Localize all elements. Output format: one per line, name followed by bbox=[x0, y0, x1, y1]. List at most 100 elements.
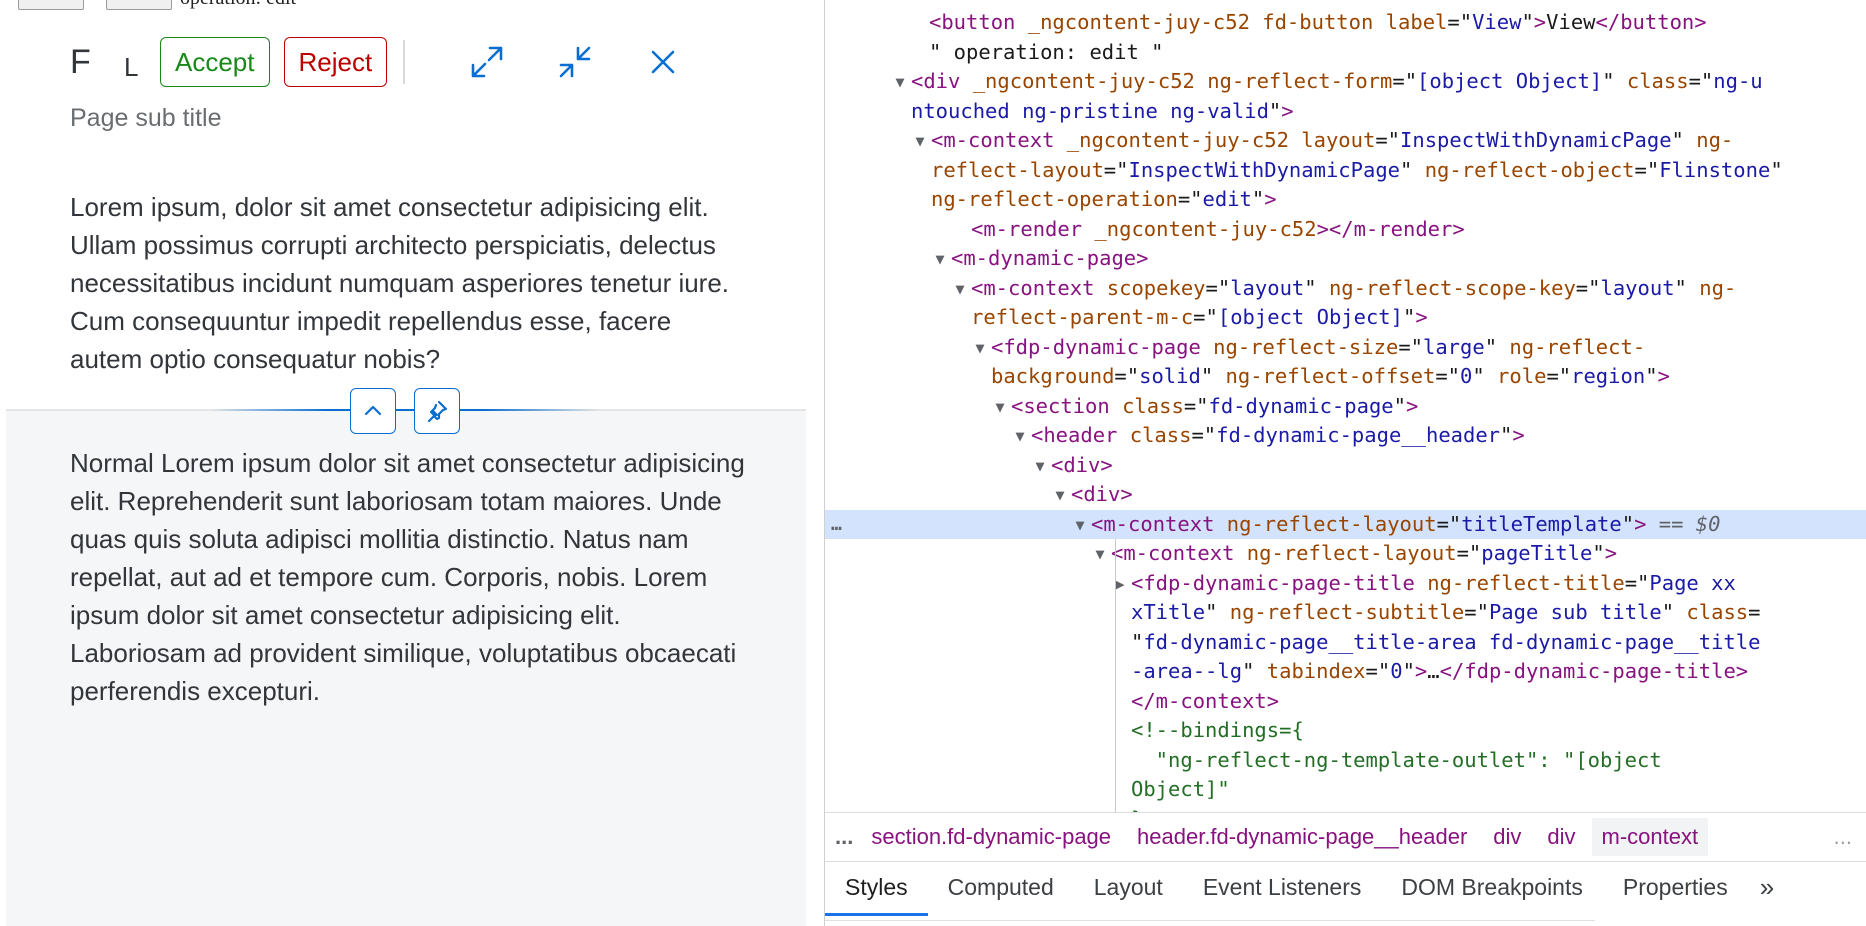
exit-full-screen-button[interactable] bbox=[545, 34, 605, 90]
chevron-up-icon bbox=[364, 405, 382, 416]
tab-computed[interactable]: Computed bbox=[928, 862, 1074, 916]
dom-token: " bbox=[1521, 10, 1534, 34]
dom-node-line[interactable]: Object]" bbox=[825, 775, 1866, 804]
dom-token: ></m-render> bbox=[1316, 216, 1465, 241]
dom-token: Flinstone bbox=[1659, 157, 1771, 182]
node-actions-dots-icon[interactable]: … bbox=[831, 510, 842, 539]
breadcrumb-item[interactable]: div bbox=[1493, 824, 1521, 850]
dom-token: label bbox=[1373, 10, 1448, 34]
dom-token: <section bbox=[1011, 393, 1110, 418]
dom-node-selected[interactable]: … ▼ <m-context ng-reflect-layout="titleTem… bbox=[825, 509, 1866, 540]
tabs-overflow-button[interactable]: » bbox=[1748, 862, 1786, 903]
dom-node-line[interactable]: ▼ <div _ngcontent-juy-c52 ng-reflect-form… bbox=[825, 67, 1866, 96]
dom-node-line[interactable]: ▼ <m-context scopekey="layout" ng-reflect… bbox=[825, 274, 1866, 303]
expanded-triangle-icon[interactable]: ▼ bbox=[909, 127, 931, 156]
dom-node-line[interactable]: xTitle" ng-reflect-subtitle="Page sub ti… bbox=[825, 598, 1866, 627]
dom-token: <!--bindings={ bbox=[1131, 718, 1304, 742]
dom-token: Page sub title bbox=[1488, 600, 1662, 624]
dom-node-line[interactable]: reflect-parent-m-c="[object Object]"> bbox=[825, 303, 1866, 332]
dom-node-line[interactable]: background="solid" ng-reflect-offset="0"… bbox=[825, 362, 1866, 391]
dom-token: ng-reflect-offset bbox=[1213, 364, 1436, 388]
dom-node-line[interactable]: ▼ <m-context _ngcontent-juy-c52 layout="I… bbox=[825, 126, 1866, 155]
dom-token: _ngcontent-juy-c52 bbox=[1015, 10, 1250, 34]
breadcrumb-item-current[interactable]: m-context bbox=[1591, 818, 1709, 856]
dom-token: ng-reflect-form bbox=[1194, 69, 1393, 93]
breadcrumb-more[interactable]: ... bbox=[1834, 824, 1852, 850]
dom-node-line[interactable]: " operation: edit " bbox=[825, 38, 1866, 67]
dom-node-line[interactable]: <m-render _ngcontent-juy-c52></m-render> bbox=[825, 215, 1866, 244]
dom-token: =" bbox=[1177, 187, 1203, 211]
dom-node-line[interactable]: ▼ <section class="fd-dynamic-page"> bbox=[825, 392, 1866, 421]
dom-token: reflect-parent-m-c bbox=[971, 305, 1194, 329]
dom-node-line[interactable]: "ng-reflect-ng-template-outlet": "[objec… bbox=[825, 746, 1866, 775]
dom-token: <button bbox=[929, 10, 1016, 34]
header-divider-highlight bbox=[210, 409, 600, 411]
dom-breadcrumb: ... section.fd-dynamic-page header.fd-dy… bbox=[825, 812, 1866, 862]
dom-node-line[interactable]: ng-reflect-operation="edit"> bbox=[825, 185, 1866, 214]
dom-node-line[interactable]: ▼ <div> bbox=[825, 480, 1866, 509]
dom-token: " bbox=[1200, 364, 1214, 388]
expanded-triangle-icon[interactable]: ▼ bbox=[1029, 452, 1051, 481]
tab-layout[interactable]: Layout bbox=[1074, 862, 1183, 916]
dom-node-line[interactable]: "fd-dynamic-page__title-area fd-dynamic-… bbox=[825, 628, 1866, 657]
expanded-triangle-icon[interactable]: ▼ bbox=[889, 68, 911, 97]
dom-token: 0 bbox=[1460, 364, 1473, 388]
expanded-triangle-icon[interactable]: ▼ bbox=[1009, 422, 1031, 451]
collapsed-triangle-icon[interactable]: ▶ bbox=[1109, 570, 1131, 599]
dom-node-line[interactable]: ▼ <fdp-dynamic-page ng-reflect-size="larg… bbox=[825, 333, 1866, 362]
dom-token: = bbox=[1748, 600, 1761, 624]
remnant-operation-text: operation: edit bbox=[180, 0, 296, 10]
tab-event-listeners[interactable]: Event Listeners bbox=[1183, 862, 1382, 916]
dom-node-line[interactable]: <!--bindings={ bbox=[825, 716, 1866, 745]
collapse-header-button[interactable] bbox=[350, 388, 396, 434]
dom-node-line[interactable]: ntouched ng-pristine ng-valid"> bbox=[825, 97, 1866, 126]
tab-styles[interactable]: Styles bbox=[825, 862, 928, 916]
breadcrumb-item[interactable]: div bbox=[1547, 824, 1575, 850]
dom-node-line[interactable]: -area--lg" tabindex="0">…</fdp-dynamic-p… bbox=[825, 657, 1866, 686]
remnant-button[interactable] bbox=[18, 0, 84, 10]
dom-node-line[interactable]: <button _ngcontent-juy-c52 fd-button lab… bbox=[825, 8, 1866, 37]
close-button[interactable] bbox=[633, 34, 693, 90]
expanded-triangle-icon[interactable]: ▼ bbox=[969, 334, 991, 363]
devtools-panel: <button _ngcontent-juy-c52 fd-button lab… bbox=[824, 0, 1866, 926]
dom-node-line[interactable]: ▼ <header class="fd-dynamic-page__header"… bbox=[825, 421, 1866, 450]
dom-token: =" bbox=[1191, 423, 1217, 447]
dom-node-line[interactable]: }--> bbox=[825, 805, 1866, 813]
dom-node-line[interactable]: ▼ <div> bbox=[825, 451, 1866, 480]
dom-node-line[interactable]: ▼ <m-context ng-reflect-layout="pageTitle… bbox=[825, 539, 1866, 568]
exit-full-screen-icon bbox=[559, 46, 591, 78]
dom-token: <fdp-dynamic-page-title bbox=[1131, 570, 1415, 595]
accept-button[interactable]: Accept bbox=[160, 37, 270, 87]
dom-token: 0 bbox=[1390, 659, 1403, 683]
expanded-triangle-icon[interactable]: ▼ bbox=[1069, 511, 1091, 540]
dom-token: " bbox=[1661, 600, 1675, 624]
expanded-triangle-icon[interactable]: ▼ bbox=[949, 275, 971, 304]
remnant-button[interactable] bbox=[106, 0, 172, 10]
breadcrumb-item[interactable]: section.fd-dynamic-page bbox=[871, 824, 1111, 850]
dom-node-line[interactable]: </m-context> bbox=[825, 687, 1866, 716]
dom-token: fd-button bbox=[1249, 10, 1374, 34]
expanded-triangle-icon[interactable]: ▼ bbox=[1089, 540, 1111, 569]
tab-dom-breakpoints[interactable]: DOM Breakpoints bbox=[1381, 862, 1603, 916]
dom-token: large bbox=[1423, 334, 1485, 359]
dom-node-line[interactable]: ▶ <fdp-dynamic-page-title ng-reflect-titl… bbox=[825, 569, 1866, 598]
tab-properties[interactable]: Properties bbox=[1603, 862, 1748, 916]
dom-token: " bbox=[1500, 423, 1513, 447]
dom-token: tabindex bbox=[1254, 659, 1366, 683]
dom-node-line[interactable]: reflect-layout="InspectWithDynamicPage" … bbox=[825, 156, 1866, 185]
expand-button[interactable] bbox=[457, 34, 517, 90]
pin-header-button[interactable] bbox=[414, 388, 460, 434]
expanded-triangle-icon[interactable]: ▼ bbox=[989, 393, 1011, 422]
breadcrumb-item[interactable]: header.fd-dynamic-page__header bbox=[1137, 824, 1467, 850]
reject-button[interactable]: Reject bbox=[283, 37, 388, 87]
expanded-triangle-icon[interactable]: ▼ bbox=[1049, 481, 1071, 510]
dom-node-line[interactable]: ▼ <m-dynamic-page> bbox=[825, 244, 1866, 273]
elements-dom-tree[interactable]: <button _ngcontent-juy-c52 fd-button lab… bbox=[825, 0, 1866, 812]
dom-token: " bbox=[1393, 393, 1406, 418]
dom-token: <div> bbox=[1071, 482, 1133, 506]
page-subtitle: Page sub title bbox=[70, 104, 222, 132]
dom-token: =" bbox=[1634, 157, 1660, 182]
breadcrumb-ellipsis[interactable]: ... bbox=[835, 824, 853, 850]
dom-token: " bbox=[1671, 128, 1684, 152]
expanded-triangle-icon[interactable]: ▼ bbox=[929, 245, 951, 274]
